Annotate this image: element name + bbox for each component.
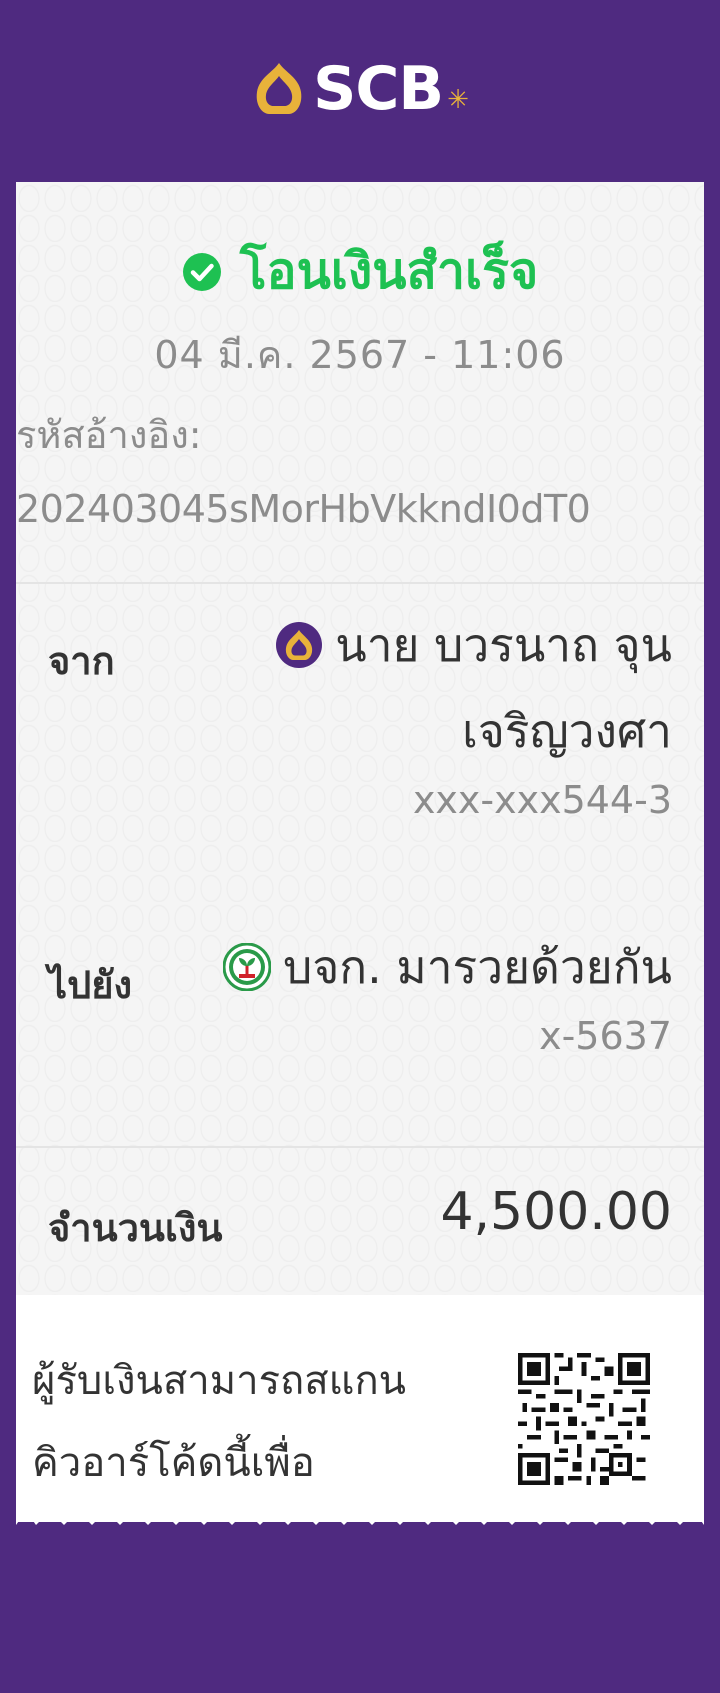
app-header: SCB ✳: [0, 0, 720, 182]
amount-value: 4,500.00: [440, 1182, 672, 1242]
recipient-name: บจก. มารวยด้วยกัน: [283, 940, 672, 994]
recipient-block: บจก. มารวยด้วยกัน x-5637: [172, 924, 672, 1058]
amount-label: จำนวนเงิน: [48, 1206, 223, 1250]
check-circle-icon: [182, 252, 221, 291]
sender-name-line2: เจริญวงศา: [462, 704, 672, 758]
receipt-torn-edge: [16, 1505, 704, 1525]
transfer-status: โอนเงินสำเร็จ: [16, 232, 704, 311]
qr-code[interactable]: [518, 1353, 650, 1485]
qr-instruction-line1: ผู้รับเงินสามารถสแกน: [32, 1358, 407, 1404]
kbank-icon: [223, 943, 272, 991]
scb-logo-icon: [256, 63, 302, 114]
status-title: โอนเงินสำเร็จ: [239, 242, 539, 300]
qr-instruction-line2: คิวอาร์โค้ดนี้เพื่อ: [32, 1440, 315, 1486]
scb-logo: SCB ✳: [251, 59, 469, 119]
recipient-account: x-5637: [539, 1014, 672, 1058]
transaction-datetime: 04 มี.ค. 2567 - 11:06: [154, 333, 566, 377]
sender-block: นาย บวรนาถ จุน เจริญวงศา xxx-xxx544-3: [112, 602, 672, 822]
divider: [16, 582, 704, 584]
sender-account: xxx-xxx544-3: [412, 778, 672, 822]
reference-number: 202403045sMorHbVkkndI0dT0: [16, 487, 591, 531]
reference-label: รหัสอ้างอิง:: [16, 413, 202, 457]
to-label: ไปยัง: [48, 963, 133, 1007]
qr-instruction: ผู้รับเงินสามารถสแกน คิวอาร์โค้ดนี้เพื่อ: [32, 1340, 462, 1504]
scb-bank-icon: [276, 622, 323, 668]
from-label: จาก: [48, 639, 115, 683]
sender-name-line1: นาย บวรนาถ จุน: [335, 618, 672, 672]
divider: [16, 1146, 704, 1148]
brand-name: SCB: [313, 54, 444, 124]
star-icon: ✳: [447, 85, 469, 115]
